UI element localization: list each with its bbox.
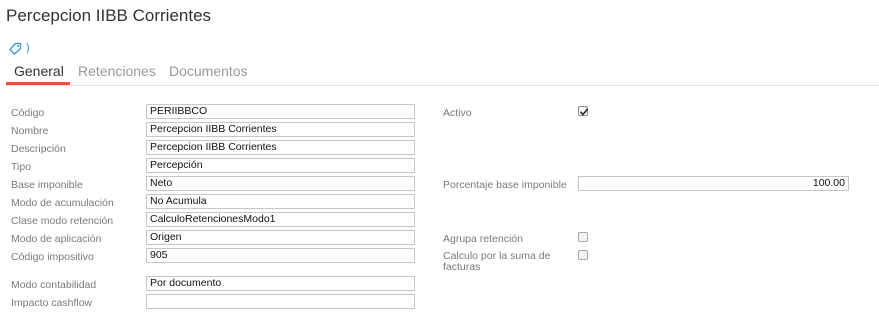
clase-modo-retencion-field[interactable]: CalculoRetencionesModo1 bbox=[146, 212, 415, 227]
modo-aplicacion-field[interactable]: Origen bbox=[146, 230, 415, 245]
tipo-field[interactable]: Percepción bbox=[146, 158, 415, 173]
descripcion-field[interactable]: Percepcion IIBB Corrientes bbox=[146, 140, 415, 155]
page-title: Percepcion IIBB Corrientes bbox=[6, 6, 212, 25]
modo-contabilidad-label: Modo contabilidad bbox=[11, 279, 97, 291]
calculo-suma-facturas-label: Calculo por la suma de facturas bbox=[443, 250, 551, 273]
calculo-suma-facturas-checkbox[interactable] bbox=[578, 250, 588, 260]
activo-checkbox[interactable] bbox=[578, 106, 589, 116]
tab-general[interactable]: General bbox=[14, 63, 64, 79]
impacto-cashflow-label: Impacto cashflow bbox=[11, 297, 93, 309]
agrupa-retencion-label: Agrupa retención bbox=[443, 233, 523, 245]
modo-acumulacion-field[interactable]: No Acumula bbox=[146, 194, 415, 209]
tipo-label: Tipo bbox=[11, 161, 32, 173]
nombre-label: Nombre bbox=[11, 125, 49, 137]
base-imponible-label: Base imponible bbox=[11, 179, 83, 191]
chevron-right-icon[interactable]: ) bbox=[26, 42, 30, 54]
codigo-label: Código bbox=[11, 107, 45, 119]
codigo-field[interactable]: PERIIBBCO bbox=[146, 104, 415, 119]
tab-retenciones[interactable]: Retenciones bbox=[78, 63, 156, 79]
tab-bar: General Retenciones Documentos bbox=[6, 61, 879, 86]
activo-label: Activo bbox=[443, 107, 472, 119]
tag-icon[interactable] bbox=[9, 42, 22, 55]
porcentaje-base-imponible-label: Porcentaje base imponible bbox=[443, 179, 567, 191]
impacto-cashflow-field[interactable] bbox=[146, 294, 415, 309]
modo-acumulacion-label: Modo de acumulación bbox=[11, 197, 114, 209]
tag-row[interactable]: ) bbox=[9, 41, 30, 55]
nombre-field[interactable]: Percepcion IIBB Corrientes bbox=[146, 122, 415, 137]
checkmark-icon bbox=[580, 108, 589, 116]
tab-documentos[interactable]: Documentos bbox=[169, 63, 248, 79]
porcentaje-base-imponible-field[interactable]: 100.00 bbox=[578, 176, 849, 191]
tab-active-underline bbox=[6, 82, 70, 85]
codigo-impositivo-label: Código impositivo bbox=[11, 251, 94, 263]
base-imponible-field[interactable]: Neto bbox=[146, 176, 415, 191]
clase-modo-retencion-label: Clase modo retención bbox=[11, 215, 114, 227]
modo-aplicacion-label: Modo de aplicación bbox=[11, 233, 102, 245]
agrupa-retencion-checkbox[interactable] bbox=[578, 232, 588, 242]
modo-contabilidad-field[interactable]: Por documento bbox=[146, 276, 415, 291]
codigo-impositivo-field[interactable]: 905 bbox=[146, 248, 415, 263]
descripcion-label: Descripción bbox=[11, 143, 66, 155]
